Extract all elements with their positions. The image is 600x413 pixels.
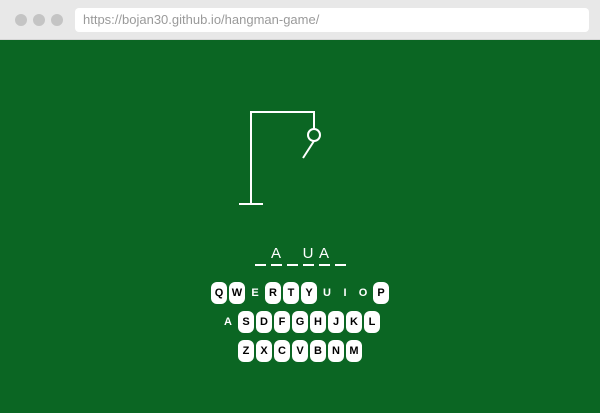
key-r[interactable]: R xyxy=(265,282,281,304)
word-letter-slot: U xyxy=(302,244,314,266)
word-letter-slot xyxy=(254,244,266,266)
key-s[interactable]: S xyxy=(238,311,254,333)
key-u: U xyxy=(323,287,331,299)
key-n[interactable]: N xyxy=(328,340,344,362)
key-y[interactable]: Y xyxy=(301,282,317,304)
key-f[interactable]: F xyxy=(274,311,290,333)
key-o: O xyxy=(358,287,368,299)
key-m[interactable]: M xyxy=(346,340,362,362)
key-j[interactable]: J xyxy=(328,311,344,333)
word-letter-slot: A xyxy=(318,244,330,266)
hangman-head xyxy=(307,128,321,142)
address-bar[interactable]: https://bojan30.github.io/hangman-game/ xyxy=(75,8,589,32)
hangman-body xyxy=(302,140,315,159)
word-letter-slot xyxy=(286,244,298,266)
window-minimize-dot-icon[interactable] xyxy=(33,14,45,26)
key-t[interactable]: T xyxy=(283,282,299,304)
browser-toolbar: https://bojan30.github.io/hangman-game/ xyxy=(0,0,600,40)
key-b[interactable]: B xyxy=(310,340,326,362)
window-maximize-dot-icon[interactable] xyxy=(51,14,63,26)
hangman-drawing xyxy=(239,111,321,205)
keyboard-row: ASDFGHJKL xyxy=(0,311,600,333)
keyboard-row: ZXCVBNM xyxy=(0,340,600,362)
key-z[interactable]: Z xyxy=(238,340,254,362)
key-g[interactable]: G xyxy=(292,311,308,333)
key-l[interactable]: L xyxy=(364,311,380,333)
window-close-dot-icon[interactable] xyxy=(15,14,27,26)
key-v[interactable]: V xyxy=(292,340,308,362)
key-w[interactable]: W xyxy=(229,282,245,304)
letter-keyboard: QWERTYUIOP ASDFGHJKL ZXCVBNM xyxy=(0,282,600,369)
key-p[interactable]: P xyxy=(373,282,389,304)
word-letter-slot xyxy=(334,244,346,266)
key-d[interactable]: D xyxy=(256,311,272,333)
key-x[interactable]: X xyxy=(256,340,272,362)
word-letter-slot: A xyxy=(270,244,282,266)
key-a: A xyxy=(224,316,232,328)
guessed-word: AUA xyxy=(0,244,600,270)
key-e: E xyxy=(251,287,259,299)
key-c[interactable]: C xyxy=(274,340,290,362)
keyboard-row: QWERTYUIOP xyxy=(0,282,600,304)
key-k[interactable]: K xyxy=(346,311,362,333)
key-h[interactable]: H xyxy=(310,311,326,333)
key-q[interactable]: Q xyxy=(211,282,227,304)
key-i: I xyxy=(343,287,347,299)
